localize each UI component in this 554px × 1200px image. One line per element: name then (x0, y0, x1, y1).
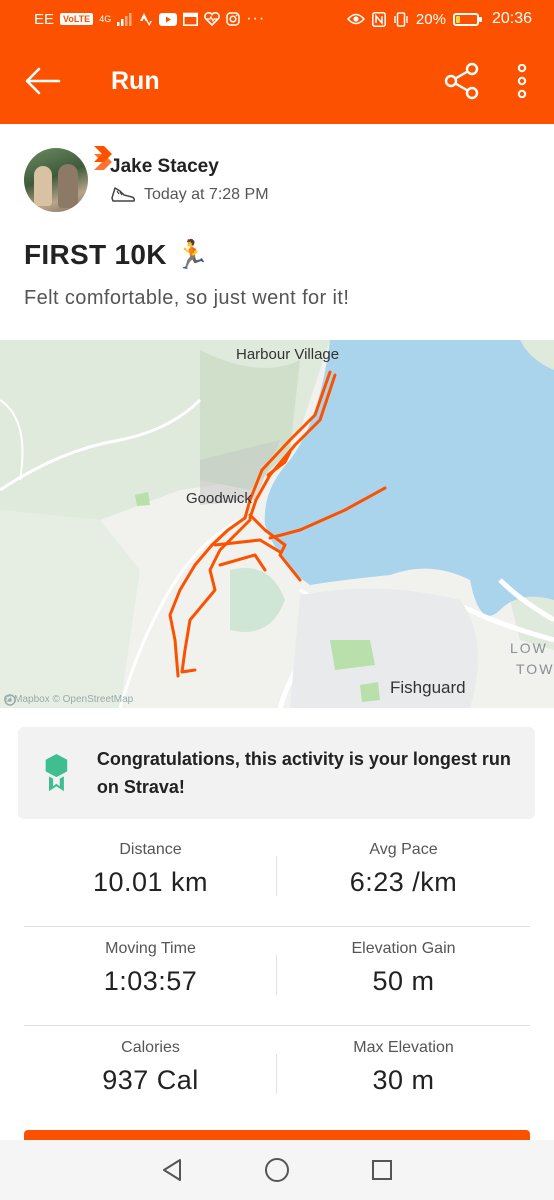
more-options-button[interactable] (490, 38, 554, 124)
stats-grid: Distance 10.01 km Avg Pace 6:23 /km Movi… (24, 828, 530, 1125)
map-label: Goodwick (186, 490, 252, 507)
carrier-label: EE (34, 10, 55, 28)
triangle-back-icon (163, 1159, 182, 1181)
stats-row: Distance 10.01 km Avg Pace 6:23 /km (24, 828, 530, 927)
more-notifications-icon: ··· (246, 10, 266, 27)
achievement-text: Congratulations, this activity is your l… (96, 749, 511, 797)
activity-meta: Today at 7:28 PM (110, 186, 269, 204)
kebab-menu-icon (517, 64, 527, 98)
back-button[interactable] (0, 38, 86, 124)
square-recents-icon (371, 1160, 392, 1180)
achievement-ribbon-icon (45, 753, 68, 792)
stat-value: 6:23 /km (349, 867, 458, 897)
activity-title: FIRST 10K 🏃 (24, 239, 210, 270)
nav-recents-button[interactable] (362, 1150, 402, 1190)
system-nav-bar (0, 1140, 554, 1200)
avatar-wrapper[interactable] (24, 146, 112, 212)
stat-divider (276, 955, 277, 995)
clock: 20:36 (491, 10, 532, 27)
map-label: Fishguard (390, 678, 466, 697)
activity-timestamp: Today at 7:28 PM (144, 186, 269, 203)
stat-value: 937 Cal (102, 1065, 199, 1095)
circle-home-icon (264, 1158, 289, 1182)
nav-home-button[interactable] (257, 1150, 297, 1190)
map-label: TOW (516, 661, 554, 677)
stat-divider (276, 1054, 277, 1094)
map-park (230, 568, 285, 632)
stat-moving-time: Moving Time 1:03:57 (24, 927, 277, 1025)
map-label: Harbour Village (236, 346, 340, 363)
stat-label: Calories (121, 1039, 180, 1056)
achievement-banner[interactable]: Congratulations, this activity is your l… (18, 727, 535, 819)
calendar-icon (183, 12, 199, 26)
stat-label: Avg Pace (369, 841, 438, 858)
map-park (360, 682, 380, 702)
stat-calories: Calories 937 Cal (24, 1026, 277, 1125)
share-icon (444, 62, 479, 100)
share-button[interactable] (434, 38, 490, 124)
stat-label: Elevation Gain (351, 940, 456, 957)
stat-label: Distance (119, 841, 182, 858)
map-park (330, 640, 375, 670)
youtube-icon (159, 12, 178, 26)
nfc-icon (371, 11, 386, 27)
stats-row: Moving Time 1:03:57 Elevation Gain 50 m (24, 927, 530, 1026)
stat-avg-pace: Avg Pace 6:23 /km (277, 828, 530, 926)
map-canvas (0, 340, 554, 708)
page-title: Run (111, 66, 160, 95)
shoe-icon (111, 187, 135, 202)
volte-badge: VoLTE (60, 13, 94, 25)
strava-icon (139, 12, 153, 26)
battery-icon (452, 12, 482, 26)
stat-distance: Distance 10.01 km (24, 828, 277, 926)
stat-divider (276, 856, 277, 896)
stat-elevation-gain: Elevation Gain 50 m (277, 927, 530, 1025)
instagram-icon (226, 12, 240, 26)
stat-value: 10.01 km (92, 867, 209, 897)
app-bar: Run (0, 38, 554, 124)
athlete-name[interactable]: Jake Stacey (110, 156, 269, 178)
mapbox-logo-icon (4, 694, 16, 706)
stat-value: 50 m (372, 966, 435, 996)
attribution-text: © Mapbox © OpenStreetMap (4, 694, 134, 705)
stat-max-elevation: Max Elevation 30 m (277, 1026, 530, 1125)
stat-label: Max Elevation (353, 1039, 454, 1056)
avatar[interactable] (24, 148, 88, 212)
back-arrow-icon (25, 67, 61, 95)
summit-badge-icon (94, 146, 112, 170)
stat-value: 30 m (372, 1065, 435, 1095)
stats-row: Calories 937 Cal Max Elevation 30 m (24, 1026, 530, 1125)
map-label: LOW (510, 640, 548, 656)
map-green-area (0, 510, 140, 708)
map-attribution[interactable]: © Mapbox © OpenStreetMap (4, 694, 134, 706)
vibrate-icon (393, 11, 409, 27)
stat-value: 1:03:57 (103, 966, 198, 996)
status-bar: EE VoLTE 4G ··· 20% 20:36 (0, 0, 554, 38)
athlete-header: Jake Stacey Today at 7:28 PM (24, 146, 269, 212)
activity-description: Felt comfortable, so just went for it! (24, 287, 350, 309)
network-type: 4G (99, 13, 112, 24)
signal-icon (117, 12, 133, 26)
stat-label: Moving Time (105, 940, 196, 957)
nav-back-button[interactable] (152, 1150, 192, 1190)
battery-percent: 20% (415, 10, 446, 28)
health-icon (204, 12, 221, 26)
route-map[interactable]: Harbour Village Goodwick Fishguard LOW T… (0, 340, 554, 708)
eye-icon (346, 13, 365, 25)
